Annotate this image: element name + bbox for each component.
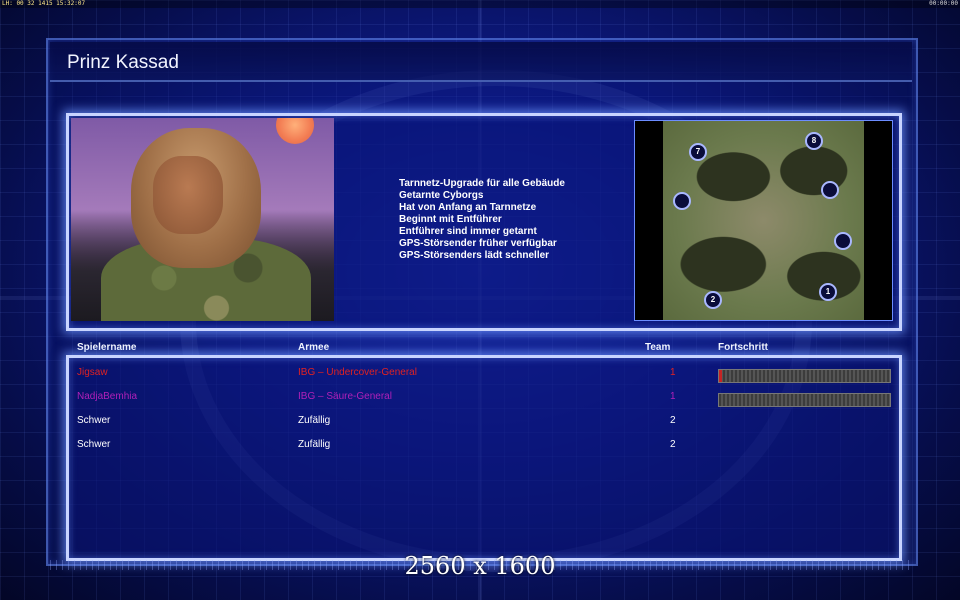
portrait-face	[153, 156, 223, 234]
perk-item: Getarnte Cyborgs	[399, 190, 484, 201]
column-header-army: Armee	[298, 342, 330, 353]
player-name: Jigsaw	[77, 367, 108, 378]
perk-item: GPS-Störsenders lädt schneller	[399, 250, 550, 261]
map-preview: 7 8 2 1	[634, 120, 893, 321]
player-row: Schwer Zufällig 2	[0, 439, 960, 459]
debug-status-left: LH: 00 32 1415 15:32:07	[2, 0, 86, 7]
player-row: Jigsaw IBG – Undercover-General 1	[0, 367, 960, 387]
perk-item: GPS-Störsender früher verfügbar	[399, 238, 557, 249]
start-position-marker: 2	[704, 291, 722, 309]
start-position-marker: 1	[819, 283, 837, 301]
start-position-marker: 8	[805, 132, 823, 150]
player-row: NadjaBemhia IBG – Säure-General 1	[0, 391, 960, 411]
player-team: 2	[670, 415, 676, 426]
player-row: Schwer Zufällig 2	[0, 415, 960, 435]
perk-item: Entführer sind immer getarnt	[399, 226, 537, 237]
title-bar: Prinz Kassad	[50, 42, 912, 82]
player-team: 2	[670, 439, 676, 450]
player-name: NadjaBemhia	[77, 391, 138, 402]
start-position-marker	[821, 181, 839, 199]
player-name: Schwer	[77, 415, 111, 426]
general-perks-list: Tarnnetz-Upgrade für alle Gebäude Getarn…	[399, 178, 565, 262]
debug-status-right: 00:00:00	[929, 0, 958, 7]
start-position-marker	[673, 192, 691, 210]
resolution-overlay-text: 2560 x 1600	[404, 552, 556, 580]
general-portrait	[71, 118, 334, 321]
column-header-player-name: Spielername	[77, 342, 137, 353]
progress-fill	[719, 370, 723, 382]
column-header-progress: Fortschritt	[718, 342, 768, 353]
player-team: 1	[670, 391, 676, 402]
player-army: IBG – Säure-General	[298, 391, 392, 402]
general-title: Prinz Kassad	[67, 52, 179, 73]
perk-item: Beginnt mit Entführer	[399, 214, 502, 225]
player-progress-bar	[718, 393, 891, 407]
player-progress-bar	[718, 369, 891, 383]
perk-item: Hat von Anfang an Tarnnetze	[399, 202, 537, 213]
player-army: IBG – Undercover-General	[298, 367, 417, 378]
player-team: 1	[670, 367, 676, 378]
portrait-sun	[276, 118, 314, 144]
player-army: Zufällig	[298, 439, 331, 450]
map-terrain: 7 8 2 1	[663, 121, 864, 320]
player-name: Schwer	[77, 439, 111, 450]
player-army: Zufällig	[298, 415, 331, 426]
column-header-team: Team	[645, 342, 671, 353]
start-position-marker	[834, 232, 852, 250]
debug-status-bar: LH: 00 32 1415 15:32:07 00:00:00	[0, 0, 960, 8]
start-position-marker: 7	[689, 143, 707, 161]
perk-item: Tarnnetz-Upgrade für alle Gebäude	[399, 178, 565, 189]
